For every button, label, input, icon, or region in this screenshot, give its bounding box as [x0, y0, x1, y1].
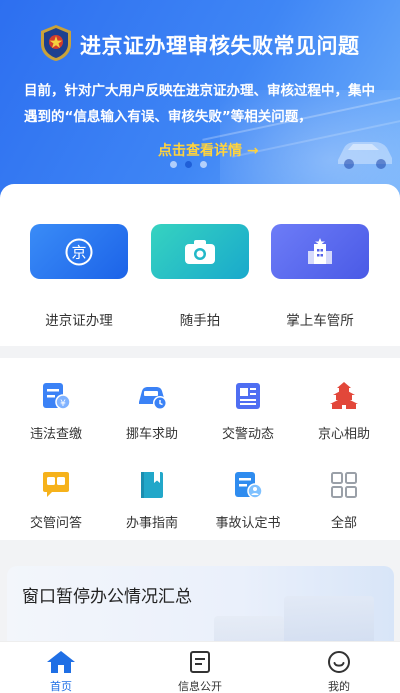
tab-label: 我的: [328, 680, 350, 693]
police-building-icon: [308, 237, 332, 264]
service-label: 办事指南: [125, 516, 178, 531]
top-banner[interactable]: 进京证办理审核失败常见问题 目前，针对广大用户反映在进京证办理、审核过程中，集中…: [0, 0, 400, 200]
document-icon: [190, 651, 210, 673]
service-move-car[interactable]: 挪车求助: [102, 380, 202, 442]
police-emblem-icon: [41, 25, 71, 61]
service-jingxin-help[interactable]: 京心相助: [294, 380, 394, 442]
jing-seal-icon: 京: [65, 238, 93, 265]
car-illustration-icon: [338, 142, 392, 169]
jingzheng-tile[interactable]: 京: [30, 224, 128, 279]
qa-chat-icon: [43, 472, 69, 497]
service-accident-report[interactable]: 事故认定书: [198, 469, 298, 531]
svg-text:¥: ¥: [60, 399, 66, 409]
news-icon: [236, 383, 260, 409]
service-label: 交管问答: [29, 516, 82, 531]
vehicle-office-tile[interactable]: [271, 224, 369, 279]
service-all[interactable]: 全部: [294, 469, 394, 531]
tab-label: 信息公开: [178, 680, 222, 693]
tab-mine[interactable]: 我的: [279, 650, 399, 693]
car-move-icon: [139, 387, 167, 410]
banner-description: 目前，针对广大用户反映在进京证办理、审核过程中，集中遇到的“信息输入有误、审核失…: [24, 83, 375, 125]
snapshot-tile[interactable]: [151, 224, 249, 279]
primary-services-card: 京 进京证办理 随手拍 掌上车管所: [0, 184, 400, 346]
service-label: 挪车求助: [125, 427, 178, 442]
accident-doc-icon: [235, 472, 263, 499]
vehicle-office-label[interactable]: 掌上车管所: [260, 309, 380, 329]
tab-home[interactable]: 首页: [1, 650, 121, 693]
banner-detail-link[interactable]: 点击查看详情 →: [158, 140, 259, 160]
snapshot-label[interactable]: 随手拍: [140, 309, 260, 329]
notice-title: 窗口暂停办公情况汇总: [22, 587, 192, 607]
carousel-dot[interactable]: [170, 161, 177, 168]
carousel-dot-active[interactable]: [185, 161, 192, 168]
service-label: 事故认定书: [215, 516, 281, 531]
service-guide[interactable]: 办事指南: [102, 469, 202, 531]
service-label: 京心相助: [317, 427, 370, 442]
guide-book-icon: [141, 472, 163, 498]
service-label: 违法查缴: [29, 427, 82, 442]
tab-info-disclosure[interactable]: 信息公开: [140, 650, 260, 693]
banner-title: 进京证办理审核失败常见问题: [80, 34, 360, 58]
service-qa[interactable]: 交管问答: [6, 469, 106, 531]
service-label: 全部: [330, 516, 357, 531]
temple-icon: [330, 382, 358, 409]
svg-text:京: 京: [71, 243, 86, 261]
service-violation-payment[interactable]: ¥ 违法查缴: [6, 380, 106, 442]
jingzheng-label[interactable]: 进京证办理: [19, 309, 139, 329]
all-grid-icon: [331, 472, 357, 498]
tab-label: 首页: [50, 680, 72, 693]
carousel-dots[interactable]: [170, 161, 207, 168]
service-label: 交警动态: [221, 427, 274, 442]
home-icon: [47, 651, 75, 673]
service-police-news[interactable]: 交警动态: [198, 380, 298, 442]
bottom-tab-bar: 首页 信息公开 我的: [0, 641, 400, 693]
services-grid: ¥ 违法查缴 挪车求助 交警动态 京心相助 交管问答 办事指南 事故认定书 全部: [0, 358, 400, 540]
carousel-dot[interactable]: [200, 161, 207, 168]
camera-icon: [185, 239, 215, 264]
smile-icon: [328, 651, 350, 673]
fine-payment-icon: ¥: [43, 383, 71, 410]
